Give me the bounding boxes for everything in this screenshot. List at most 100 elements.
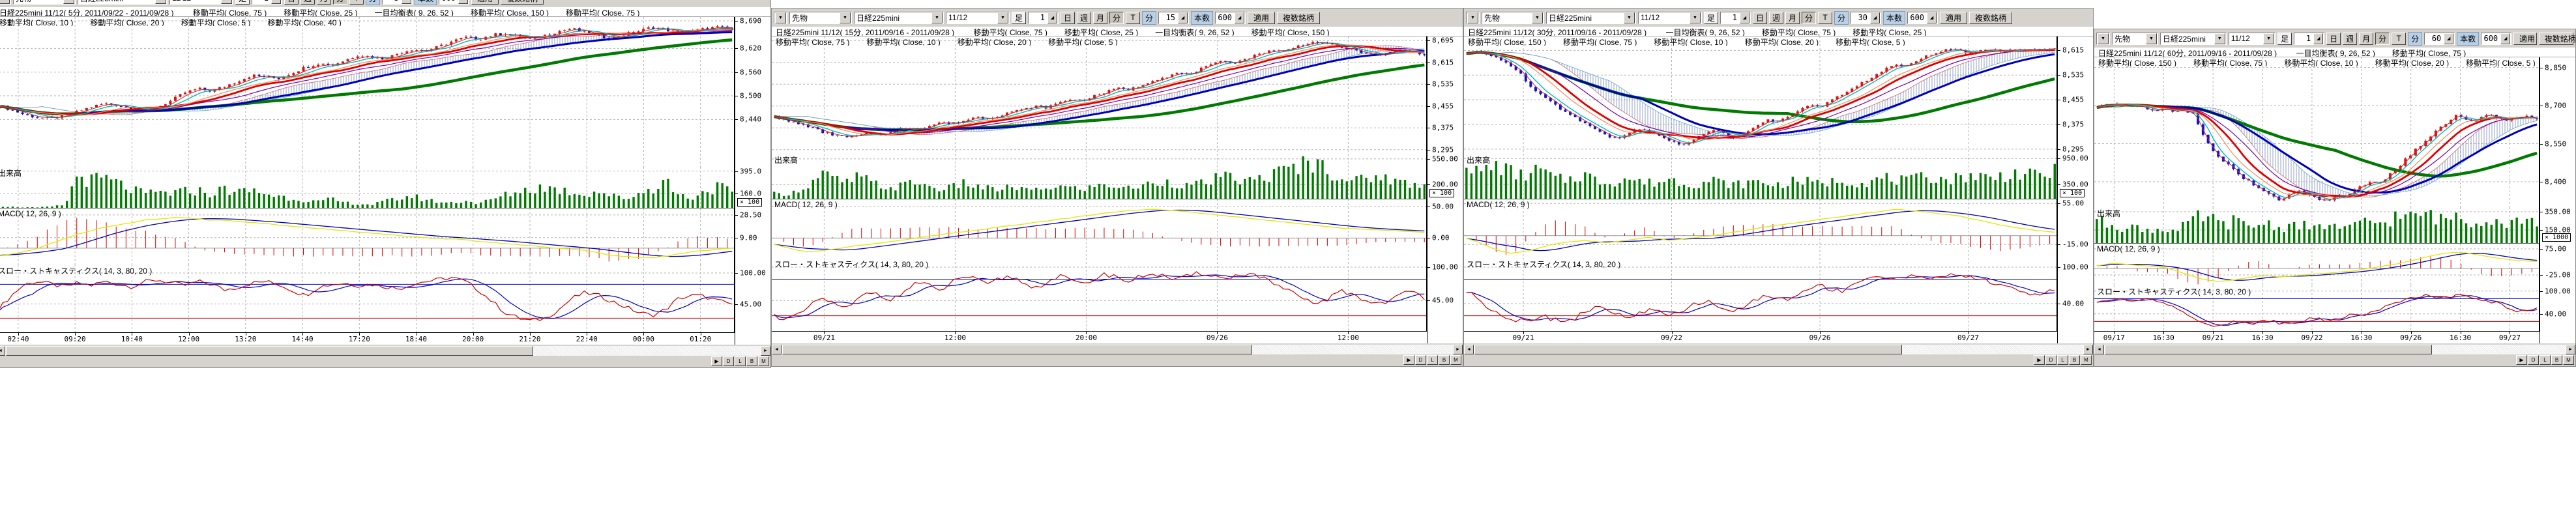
bar-type-button[interactable]: 足 [1704, 12, 1718, 24]
price-plot-svg[interactable] [772, 36, 1426, 154]
chevron-down-icon[interactable]: ▼ [997, 12, 1008, 23]
market-combo[interactable]: 先物▼ [789, 12, 852, 24]
daily-button[interactable]: 日 [1061, 12, 1075, 24]
contract-combo[interactable]: 11/12▼ [1638, 12, 1702, 24]
apply-button[interactable]: 適用 [1940, 12, 1967, 24]
status-icon[interactable]: ▶ [711, 356, 722, 366]
bar-unit-spinner[interactable]: 1◢ [1720, 12, 1751, 24]
scrollbar-thumb[interactable] [6, 346, 533, 356]
tick-button[interactable]: T [349, 0, 364, 5]
spinner-icon[interactable]: ◢ [2500, 33, 2510, 44]
chevron-down-icon[interactable]: ▼ [2263, 33, 2274, 44]
spinner-icon[interactable]: ◢ [1178, 12, 1188, 23]
chevron-down-icon[interactable]: ▼ [155, 0, 166, 4]
chevron-down-icon[interactable]: ▼ [2098, 33, 2109, 44]
volume-chart[interactable]: 出来高 [1464, 154, 2056, 199]
spinner-icon[interactable]: ◢ [2444, 33, 2453, 44]
bar-unit-spinner[interactable]: 1◢ [1028, 12, 1059, 24]
volume-chart[interactable]: 出来高 [0, 167, 734, 208]
chevron-down-icon[interactable]: ▼ [1532, 12, 1543, 23]
symbol-combo[interactable]: 日経225mini▼ [2160, 33, 2227, 45]
status-icon[interactable]: D [1415, 355, 1426, 365]
multi-symbol-button[interactable]: 複数銘柄 [1277, 12, 1320, 24]
minutes-button[interactable]: 分 [2375, 33, 2390, 45]
chevron-down-icon[interactable]: ▼ [63, 0, 74, 4]
tick-button[interactable]: T [2392, 33, 2406, 45]
status-icon[interactable]: B [2551, 355, 2562, 365]
price-plot-svg[interactable] [1464, 36, 2056, 154]
symbol-combo[interactable]: 日経225mini▼ [78, 0, 168, 5]
macd-chart[interactable]: MACD( 12, 26, 9 ) [0, 208, 734, 265]
chevron-down-icon[interactable]: ▼ [1624, 12, 1635, 23]
weekly-button[interactable]: 週 [2343, 33, 2357, 45]
chevron-down-icon[interactable]: ▼ [1467, 12, 1478, 23]
symbol-combo[interactable]: 日経225mini▼ [1546, 12, 1636, 24]
scroll-left-icon[interactable]: ◄ [2094, 345, 2104, 354]
weekly-button[interactable]: 週 [300, 0, 315, 5]
spinner-icon[interactable]: ◢ [1047, 12, 1057, 23]
status-icon[interactable]: D [723, 356, 734, 366]
status-icon[interactable]: M [1450, 355, 1461, 365]
scroll-left-icon[interactable]: ◄ [772, 345, 782, 354]
bar-type-button[interactable]: 足 [2277, 33, 2292, 45]
chevron-down-icon[interactable]: ▼ [0, 0, 10, 4]
bar-unit-spinner[interactable]: 1◢ [2294, 33, 2324, 45]
price-plot-svg[interactable] [0, 17, 734, 167]
status-icon[interactable]: M [2563, 355, 2574, 365]
bar-unit-spinner[interactable]: 1◢ [252, 0, 282, 5]
price-plot-svg[interactable] [2094, 57, 2539, 207]
status-icon[interactable]: D [2045, 355, 2056, 365]
price-chart[interactable] [0, 17, 734, 167]
macd-plot-svg[interactable] [1464, 199, 2056, 258]
contract-combo[interactable]: 11/12▼ [2229, 33, 2276, 45]
market-combo[interactable]: 先物▼ [2112, 33, 2158, 45]
macd-plot-svg[interactable] [2094, 244, 2539, 285]
scrollbar-thumb[interactable] [782, 345, 1252, 354]
tick-button[interactable]: T [1818, 12, 1832, 24]
daily-button[interactable]: 日 [284, 0, 299, 5]
price-chart[interactable] [2094, 57, 2539, 207]
spinner-icon[interactable]: ◢ [402, 0, 411, 4]
minutes-button[interactable]: 分 [1802, 12, 1816, 24]
chevron-down-icon[interactable]: ▼ [1690, 12, 1701, 23]
spinner-icon[interactable]: ◢ [1870, 12, 1880, 23]
horizontal-scrollbar[interactable]: ◄ ► [0, 346, 770, 356]
weekly-button[interactable]: 週 [1769, 12, 1783, 24]
status-icon[interactable]: L [2057, 355, 2068, 365]
bar-count-spinner[interactable]: 600◢ [439, 0, 469, 5]
scroll-right-icon[interactable]: ► [1453, 345, 1463, 354]
minutes-button[interactable]: 分 [1109, 12, 1124, 24]
tick-button[interactable]: T [1126, 12, 1140, 24]
volume-plot-svg[interactable] [0, 167, 734, 208]
macd-plot-svg[interactable] [0, 208, 734, 265]
status-icon[interactable]: L [2539, 355, 2551, 365]
interval-spinner[interactable]: 60◢ [2424, 33, 2455, 45]
contract-combo[interactable]: 11/12▼ [946, 12, 1010, 24]
scroll-right-icon[interactable]: ► [761, 346, 770, 356]
market-combo[interactable]: 先物▼ [13, 0, 76, 5]
spinner-icon[interactable]: ◢ [2313, 33, 2323, 44]
daily-button[interactable]: 日 [2326, 33, 2341, 45]
apply-button[interactable]: 適用 [2513, 33, 2537, 45]
status-icon[interactable]: M [758, 356, 769, 366]
scroll-right-icon[interactable]: ► [2566, 345, 2575, 354]
volume-chart[interactable]: 出来高 [772, 154, 1426, 199]
bar-count-spinner[interactable]: 600◢ [2481, 33, 2511, 45]
horizontal-scrollbar[interactable]: ◄ ► [1464, 345, 2093, 354]
volume-plot-svg[interactable] [2094, 207, 2539, 244]
chevron-down-icon[interactable]: ▼ [931, 12, 943, 23]
price-chart[interactable] [772, 36, 1426, 154]
volume-plot-svg[interactable] [772, 154, 1426, 199]
multi-symbol-button[interactable]: 複数銘柄 [2539, 33, 2573, 45]
scrollbar-thumb[interactable] [1474, 345, 1902, 354]
scroll-right-icon[interactable]: ► [2083, 345, 2093, 354]
market-combo[interactable]: 先物▼ [1482, 12, 1544, 24]
status-icon[interactable]: ▶ [1403, 355, 1414, 365]
interval-spinner[interactable]: 5◢ [382, 0, 413, 5]
bar-count-spinner[interactable]: 600◢ [1907, 12, 1938, 24]
status-icon[interactable]: ▶ [2034, 355, 2045, 365]
status-icon[interactable]: L [1427, 355, 1438, 365]
chevron-down-icon[interactable]: ▼ [2146, 33, 2157, 44]
macd-chart[interactable]: MACD( 12, 26, 9 ) [772, 199, 1426, 258]
monthly-button[interactable]: 月 [1093, 12, 1107, 24]
